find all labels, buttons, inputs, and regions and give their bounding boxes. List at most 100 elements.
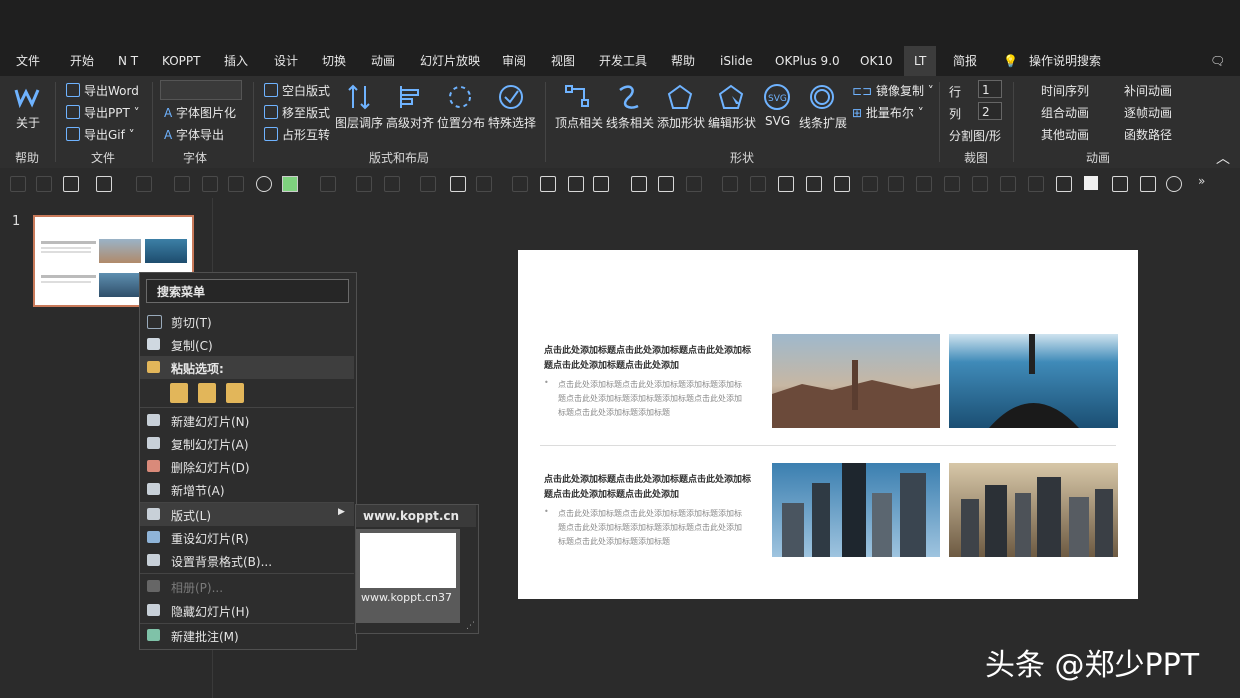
circle-icon[interactable] xyxy=(1166,176,1182,192)
tab-lt[interactable]: LT xyxy=(904,46,937,76)
qat-icon[interactable] xyxy=(476,176,492,192)
advanced-align-button[interactable]: 高级对齐 xyxy=(386,114,434,131)
tab-brief[interactable]: 简报 xyxy=(953,46,977,76)
photo-city-aerial[interactable] xyxy=(949,463,1118,557)
export-gif-button[interactable]: 导出Gif ˅ xyxy=(66,126,135,143)
qat-icon[interactable] xyxy=(750,176,766,192)
table-icon[interactable] xyxy=(540,176,556,192)
tab-insert[interactable]: 插入 xyxy=(224,46,248,76)
export-ppt-button[interactable]: 导出PPT ˅ xyxy=(66,104,140,121)
collapse-ribbon-icon[interactable]: ︿ xyxy=(1216,148,1230,168)
move-layout-button[interactable]: 移至版式 xyxy=(264,104,330,121)
eyedropper-icon[interactable] xyxy=(174,176,190,192)
slide-title-bottom[interactable]: 点击此处添加标题点击此处添加标题点击此处添加标题点击此处添加标题点击此处添加 xyxy=(544,473,754,503)
white-square-icon[interactable] xyxy=(1084,176,1098,190)
qat-icon[interactable] xyxy=(862,176,878,192)
menu-copy[interactable]: 复制(C) xyxy=(140,333,354,356)
tab-slideshow[interactable]: 幻灯片放映 xyxy=(420,46,480,76)
chart-icon[interactable] xyxy=(450,176,466,192)
qat-icon[interactable] xyxy=(10,176,26,192)
vertex-button[interactable]: 顶点相关 xyxy=(555,114,603,131)
slide-body-top[interactable]: 点击此处添加标题点击此处添加标题添加标题添加标题点击此处添加标题添加标题添加标题… xyxy=(558,378,748,420)
paste-keep-format-icon[interactable] xyxy=(170,383,188,403)
slide-canvas[interactable]: 点击此处添加标题点击此处添加标题点击此处添加标题点击此处添加标题点击此处添加 点… xyxy=(518,250,1138,599)
edit-shape-button[interactable]: 编辑形状 xyxy=(708,114,756,131)
paste-picture-icon[interactable] xyxy=(198,383,216,403)
text-box-icon[interactable] xyxy=(63,176,79,192)
photo-helicopter-sea[interactable] xyxy=(949,334,1118,428)
tab-view[interactable]: 视图 xyxy=(551,46,575,76)
menu-new-comment[interactable]: 新建批注(M) xyxy=(140,624,354,647)
layout-option[interactable]: www.koppt.cn37 xyxy=(356,529,460,623)
col-spinner[interactable]: 2 xyxy=(978,102,1002,120)
qat-icon[interactable] xyxy=(228,176,244,192)
text-a-icon[interactable] xyxy=(568,176,584,192)
menu-duplicate-slide[interactable]: 复制幻灯片(A) xyxy=(140,432,354,455)
image-icon[interactable] xyxy=(1140,176,1156,192)
qat-icon[interactable] xyxy=(202,176,218,192)
font-to-image-button[interactable]: A 字体图片化 xyxy=(164,104,236,121)
menu-format-bg[interactable]: 设置背景格式(B)... xyxy=(140,549,354,572)
row-spinner[interactable]: 1 xyxy=(978,80,1002,98)
qat-icon[interactable] xyxy=(384,176,400,192)
select-icon[interactable] xyxy=(834,176,850,192)
qat-icon[interactable] xyxy=(972,176,988,192)
placeholder-shape-button[interactable]: 占形互转 xyxy=(264,126,330,143)
other-anim-button[interactable]: 其他动画 xyxy=(1041,126,1089,143)
split-button[interactable]: 分割图/形 xyxy=(949,127,1001,144)
mirror-copy-button[interactable]: ⊏⊐ 镜像复制 ˅ xyxy=(852,82,934,99)
tab-file[interactable]: 文件 xyxy=(16,46,40,76)
special-select-button[interactable]: 特殊选择 xyxy=(488,114,536,131)
time-sequence-button[interactable]: 时间序列 xyxy=(1041,82,1089,99)
qat-icon[interactable] xyxy=(1028,176,1044,192)
tab-nt[interactable]: N T xyxy=(118,46,138,76)
crop-icon[interactable] xyxy=(96,176,112,192)
font-color-icon[interactable] xyxy=(136,176,152,192)
menu-layout[interactable]: 版式(L) ▶ xyxy=(140,503,354,526)
add-shape-button[interactable]: 添加形状 xyxy=(657,114,705,131)
qat-icon[interactable] xyxy=(1000,176,1016,192)
font-export-button[interactable]: A 字体导出 xyxy=(164,126,224,143)
about-button[interactable]: 关于 xyxy=(16,114,40,131)
circle-icon[interactable] xyxy=(256,176,272,192)
tab-review[interactable]: 审阅 xyxy=(502,46,526,76)
qat-icon[interactable] xyxy=(916,176,932,192)
tab-ok10[interactable]: OK10 xyxy=(860,46,893,76)
qat-icon[interactable] xyxy=(320,176,336,192)
qat-icon[interactable] xyxy=(778,176,794,192)
menu-hide-slide[interactable]: 隐藏幻灯片(H) xyxy=(140,599,354,622)
tab-transition[interactable]: 切换 xyxy=(322,46,346,76)
tell-me-search[interactable]: 操作说明搜索 xyxy=(1029,46,1101,76)
tab-design[interactable]: 设计 xyxy=(274,46,298,76)
function-path-button[interactable]: 函数路径 xyxy=(1124,126,1172,143)
qat-icon[interactable] xyxy=(420,176,436,192)
tween-anim-button[interactable]: 补间动画 xyxy=(1124,82,1172,99)
export-word-button[interactable]: 导出Word xyxy=(66,82,139,99)
tab-okplus[interactable]: OKPlus 9.0 xyxy=(775,46,840,76)
tab-help[interactable]: 帮助 xyxy=(671,46,695,76)
menu-cut[interactable]: 剪切(T) xyxy=(140,310,354,333)
photo-skyscrapers[interactable] xyxy=(772,463,940,557)
qat-icon[interactable] xyxy=(1112,176,1128,192)
tab-animation[interactable]: 动画 xyxy=(371,46,395,76)
tab-koppt[interactable]: KOPPT xyxy=(162,46,200,76)
qat-icon[interactable] xyxy=(722,176,738,192)
qat-icon[interactable] xyxy=(944,176,960,192)
brush-icon[interactable] xyxy=(631,176,647,192)
tab-islide[interactable]: iSlide xyxy=(720,46,753,76)
tab-developer[interactable]: 开发工具 xyxy=(599,46,647,76)
photo-city-tower[interactable] xyxy=(772,334,940,428)
line-button[interactable]: 线条相关 xyxy=(606,114,654,131)
comment-icon[interactable]: 🗨 xyxy=(1210,46,1225,76)
menu-search-box[interactable]: 搜索菜单 xyxy=(146,279,349,303)
blank-layout-button[interactable]: 空白版式 xyxy=(264,82,330,99)
group-anim-button[interactable]: 组合动画 xyxy=(1041,104,1089,121)
fill-icon[interactable] xyxy=(282,176,298,192)
slide-title-top[interactable]: 点击此处添加标题点击此处添加标题点击此处添加标题点击此处添加标题点击此处添加 xyxy=(544,344,754,374)
qat-icon[interactable] xyxy=(686,176,702,192)
frame-icon[interactable] xyxy=(1056,176,1072,192)
tab-home[interactable]: 开始 xyxy=(70,46,94,76)
qat-icon[interactable] xyxy=(36,176,52,192)
menu-new-section[interactable]: 新增节(A) xyxy=(140,478,354,501)
qat-icon[interactable] xyxy=(888,176,904,192)
